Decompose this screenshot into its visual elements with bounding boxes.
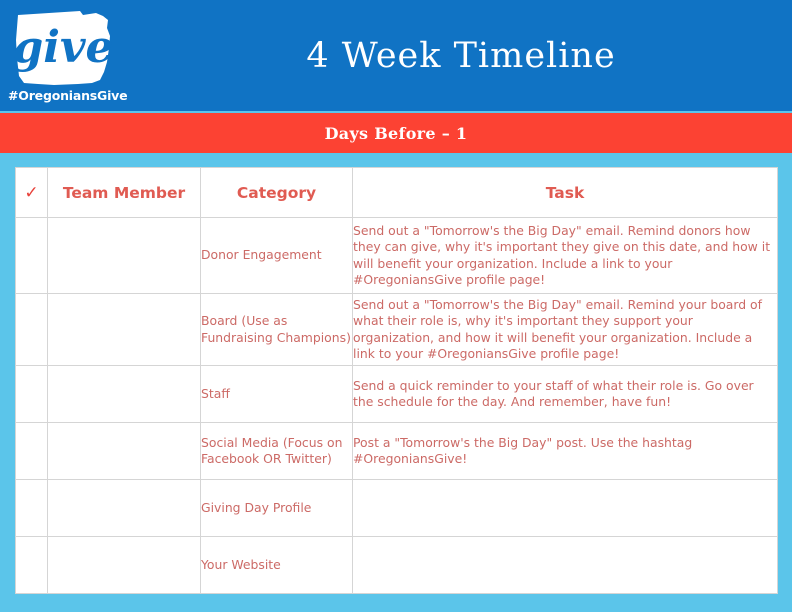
- days-before-label: Days Before – 1: [324, 123, 468, 143]
- category-name: Donor Engagement: [201, 247, 322, 263]
- category-name: Social Media: [201, 434, 283, 450]
- category-name: Your Website: [201, 556, 281, 572]
- row-team-member-cell[interactable]: [47, 217, 201, 294]
- page-title: 4 Week Timeline: [306, 35, 616, 76]
- svg-text:give: give: [12, 22, 113, 73]
- row-category-cell: Donor Engagement: [200, 217, 353, 294]
- row-category-cell: Social Media (Focus on Facebook OR Twitt…: [200, 422, 353, 480]
- row-checkbox-cell[interactable]: [15, 365, 48, 423]
- header-band: give #OregoniansGive 4 Week Timeline: [0, 0, 792, 111]
- timeline-table: ✓ Team Member Category Task Donor Engage…: [15, 167, 778, 594]
- row-task-cell: [352, 536, 778, 594]
- row-task-cell: [352, 479, 778, 537]
- column-header-task: Task: [352, 167, 778, 218]
- column-header-check: ✓: [15, 167, 48, 218]
- table-row[interactable]: Board (Use as Fundraising Champions) Send…: [15, 293, 778, 366]
- oregon-state-outline-icon: give: [12, 11, 114, 85]
- row-category-cell: Staff: [200, 365, 353, 423]
- row-checkbox-cell[interactable]: [15, 293, 48, 366]
- row-checkbox-cell[interactable]: [15, 217, 48, 294]
- row-team-member-cell[interactable]: [47, 365, 201, 423]
- row-task-cell: Send out a "Tomorrow's the Big Day" emai…: [352, 217, 778, 294]
- table-header: ✓ Team Member Category Task: [15, 167, 778, 218]
- row-team-member-cell[interactable]: [47, 293, 201, 366]
- row-category-cell: Giving Day Profile: [200, 479, 353, 537]
- row-team-member-cell[interactable]: [47, 422, 201, 480]
- column-header-category: Category: [200, 167, 353, 218]
- row-checkbox-cell[interactable]: [15, 536, 48, 594]
- row-team-member-cell[interactable]: [47, 536, 201, 594]
- table-header-row: ✓ Team Member Category Task: [15, 167, 778, 218]
- row-task-cell: Send a quick reminder to your staff of w…: [352, 365, 778, 423]
- days-before-banner: Days Before – 1: [0, 113, 792, 153]
- table-row[interactable]: Donor Engagement Send out a "Tomorrow's t…: [15, 217, 778, 294]
- category-name: Staff: [201, 385, 230, 401]
- row-category-cell: Board (Use as Fundraising Champions): [200, 293, 353, 366]
- brand-logo: give #OregoniansGive: [8, 6, 128, 106]
- category-name: Giving Day Profile: [201, 499, 312, 515]
- logo-hashtag: #OregoniansGive: [8, 88, 128, 103]
- category-name: Board: [201, 313, 242, 329]
- row-team-member-cell[interactable]: [47, 479, 201, 537]
- table-row[interactable]: Giving Day Profile: [15, 479, 778, 537]
- table-row[interactable]: Staff Send a quick reminder to your staff…: [15, 365, 778, 423]
- row-task-cell: Post a "Tomorrow's the Big Day" post. Us…: [352, 422, 778, 480]
- table-row[interactable]: Social Media (Focus on Facebook OR Twitt…: [15, 422, 778, 480]
- row-checkbox-cell[interactable]: [15, 479, 48, 537]
- slide: give #OregoniansGive 4 Week Timeline Day…: [0, 0, 792, 612]
- column-header-team-member: Team Member: [47, 167, 201, 218]
- row-category-cell: Your Website: [200, 536, 353, 594]
- table-row[interactable]: Your Website: [15, 536, 778, 594]
- table-body: Donor Engagement Send out a "Tomorrow's t…: [15, 217, 778, 594]
- timeline-table-wrapper: ✓ Team Member Category Task Donor Engage…: [15, 167, 778, 594]
- row-task-cell: Send out a "Tomorrow's the Big Day" emai…: [352, 293, 778, 366]
- row-checkbox-cell[interactable]: [15, 422, 48, 480]
